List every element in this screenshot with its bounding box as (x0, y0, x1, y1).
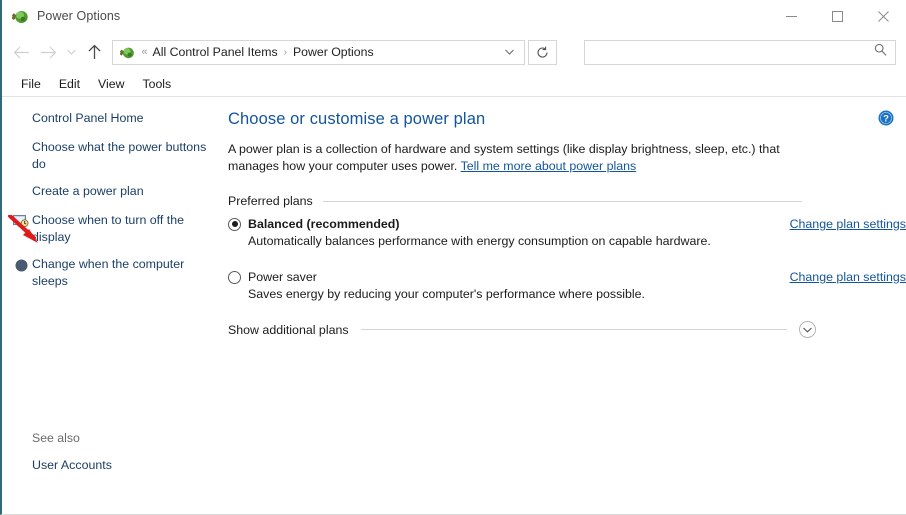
plan-name: Balanced (recommended) (248, 217, 400, 231)
menu-item-file[interactable]: File (12, 75, 50, 93)
see-also-heading: See also (32, 431, 80, 445)
divider (322, 200, 802, 202)
sidebar-item-control-panel-home[interactable]: Control Panel Home (2, 110, 224, 128)
show-additional-plans-label: Show additional plans (228, 322, 349, 337)
help-icon[interactable]: ? (878, 110, 894, 126)
power-plug-icon (11, 7, 29, 25)
refresh-button[interactable] (528, 39, 558, 65)
show-additional-plans-row[interactable]: Show additional plans (228, 321, 906, 338)
navigation-bar: « All Control Panel Items › Power Option… (2, 32, 906, 72)
sidebar-item-create-a-power-plan[interactable]: Create a power plan (2, 183, 224, 201)
tell-me-more-link[interactable]: Tell me more about power plans (461, 159, 637, 173)
plan-row-balanced: Balanced (recommended) Automatically bal… (228, 217, 906, 248)
moon-sleep-icon (10, 257, 32, 274)
sidebar-item-label: Control Panel Home (32, 111, 144, 125)
change-plan-settings-balanced-link[interactable]: Change plan settings (790, 217, 906, 231)
plan-name: Power saver (248, 270, 317, 284)
divider (360, 329, 787, 330)
power-plug-icon (119, 44, 136, 61)
sidebar-item-choose-when-to-turn-off-the-display[interactable]: Choose when to turn off the display (2, 212, 224, 245)
svg-text:?: ? (883, 114, 889, 125)
menu-item-edit[interactable]: Edit (50, 75, 89, 93)
main-pane: ? Choose or customise a power plan A pow… (224, 97, 906, 514)
sidebar-item-icon-blank (10, 184, 32, 201)
plan-row-power-saver: Power saver Saves energy by reducing you… (228, 270, 906, 301)
plan-select-balanced[interactable]: Balanced (recommended) (228, 217, 802, 231)
address-dropdown-chevron-down-icon[interactable] (497, 47, 522, 58)
title-bar: Power Options (2, 0, 906, 32)
menu-item-view[interactable]: View (89, 75, 133, 93)
change-plan-settings-power-saver-link[interactable]: Change plan settings (790, 270, 906, 284)
window-controls (768, 0, 906, 32)
maximize-button[interactable] (814, 0, 860, 32)
recent-locations-chevron-down-icon[interactable] (62, 38, 81, 66)
plan-select-power-saver[interactable]: Power saver (228, 270, 802, 284)
breadcrumb-overflow-icon[interactable]: « (141, 46, 147, 58)
sidebar: Control Panel Home Choose what the power… (2, 97, 224, 514)
search-input[interactable] (593, 45, 874, 59)
monitor-clock-icon (10, 213, 32, 230)
see-also-link-user-accounts[interactable]: User Accounts (32, 458, 112, 472)
sidebar-item-label: Create a power plan (32, 184, 144, 198)
search-box[interactable] (584, 39, 896, 65)
breadcrumb-power-options[interactable]: Power Options (293, 45, 374, 59)
minimize-button[interactable] (768, 0, 814, 32)
sidebar-item-choose-what-the-power-buttons-do[interactable]: Choose what the power buttons do (2, 139, 224, 172)
address-bar[interactable]: « All Control Panel Items › Power Option… (112, 39, 526, 65)
window-title: Power Options (37, 9, 121, 23)
chevron-down-circle-icon[interactable] (799, 321, 816, 338)
power-options-window: Power Options « All Control Panel Items … (0, 0, 906, 515)
sidebar-item-label: Choose what the power buttons do (32, 140, 207, 171)
close-button[interactable] (860, 0, 906, 32)
sidebar-item-label: Change when the computer sleeps (32, 257, 185, 288)
radio-power-saver[interactable] (228, 270, 241, 284)
preferred-plans-label: Preferred plans (228, 194, 313, 208)
forward-arrow-icon[interactable] (35, 38, 62, 66)
intro-paragraph: A power plan is a collection of hardware… (228, 141, 808, 175)
plan-description: Saves energy by reducing your computer's… (248, 287, 646, 301)
breadcrumb-separator-icon: › (283, 46, 287, 58)
preferred-plans-header: Preferred plans (228, 194, 906, 208)
see-also-section: See also User Accounts (32, 431, 112, 472)
radio-balanced[interactable] (228, 217, 241, 231)
search-icon[interactable] (874, 43, 887, 61)
breadcrumb-all-control-panel-items[interactable]: All Control Panel Items (153, 45, 278, 59)
up-arrow-icon[interactable] (81, 38, 108, 66)
page-title: Choose or customise a power plan (228, 110, 486, 128)
menu-bar: File Edit View Tools (2, 72, 906, 97)
sidebar-item-label: Choose when to turn off the display (32, 213, 185, 244)
sidebar-item-icon-blank (10, 140, 32, 157)
menu-item-tools[interactable]: Tools (133, 75, 180, 93)
back-arrow-icon[interactable] (8, 38, 35, 66)
content-area: Control Panel Home Choose what the power… (2, 97, 906, 514)
sidebar-item-change-when-the-computer-sleeps[interactable]: Change when the computer sleeps (2, 256, 224, 289)
sidebar-item-icon-blank (10, 111, 32, 128)
plan-description: Automatically balances performance with … (248, 234, 711, 248)
